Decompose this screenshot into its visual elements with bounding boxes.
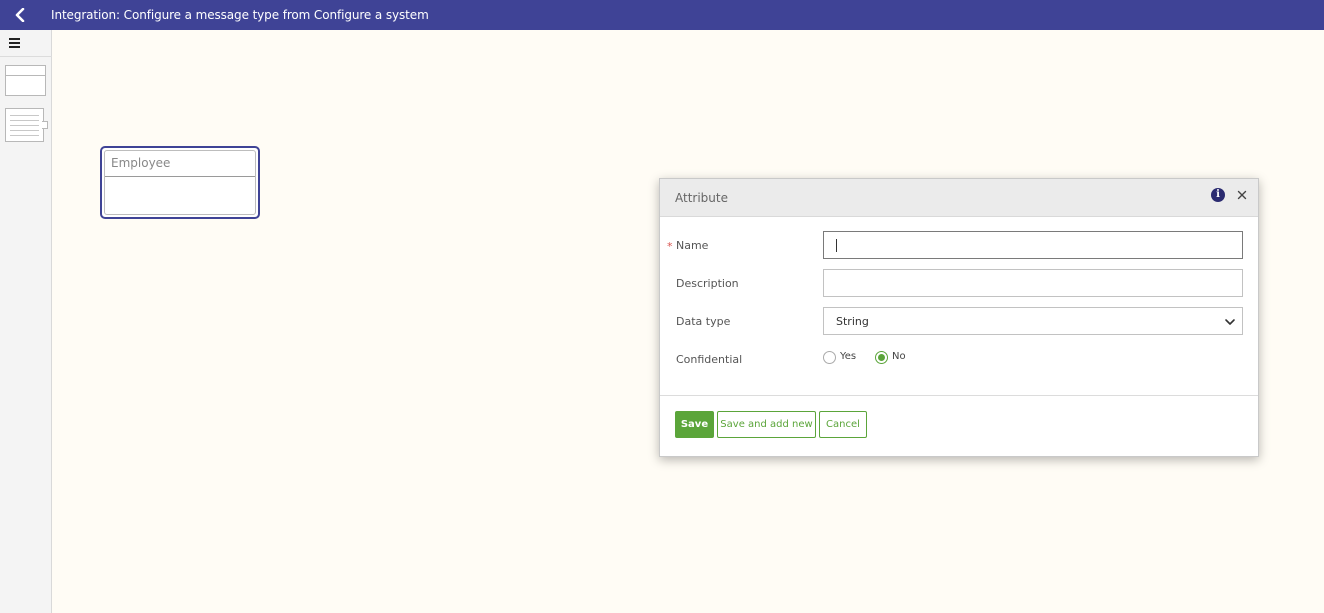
dialog-title: Attribute: [675, 191, 728, 205]
entity-divider: [105, 176, 255, 177]
data-type-label: Data type: [676, 315, 731, 328]
name-input[interactable]: [823, 231, 1243, 259]
text-caret: [836, 239, 837, 252]
info-button[interactable]: i: [1211, 188, 1225, 202]
description-input[interactable]: [823, 269, 1243, 297]
save-and-add-new-button[interactable]: Save and add new: [717, 411, 816, 438]
data-type-select[interactable]: String: [823, 307, 1243, 335]
chevron-down-icon: [1225, 319, 1235, 325]
save-button[interactable]: Save: [675, 411, 714, 438]
data-type-value: String: [836, 315, 869, 328]
close-button[interactable]: [1235, 188, 1249, 202]
confidential-no-radio[interactable]: [875, 351, 888, 364]
confidential-yes-label[interactable]: Yes: [840, 351, 856, 362]
hamburger-menu-icon: [9, 38, 20, 48]
top-bar: Integration: Configure a message type fr…: [0, 0, 1324, 30]
list-shape-thumbnail[interactable]: [5, 108, 48, 142]
menu-button[interactable]: [0, 30, 52, 57]
page-title: Integration: Configure a message type fr…: [51, 8, 429, 22]
close-icon: [1237, 190, 1247, 200]
confidential-label: Confidential: [676, 353, 743, 366]
footer-divider: [660, 395, 1258, 396]
info-icon: i: [1216, 189, 1220, 200]
cancel-button[interactable]: Cancel: [819, 411, 867, 438]
name-label: Name: [676, 239, 709, 252]
chevron-left-icon: [15, 8, 25, 22]
entity-employee[interactable]: Employee: [100, 146, 260, 219]
attribute-dialog: Attribute i * Name Description Data type…: [659, 178, 1259, 457]
entity-shape-thumbnail[interactable]: [5, 65, 46, 96]
entity-name: Employee: [111, 156, 171, 170]
confidential-yes-radio[interactable]: [823, 351, 836, 364]
confidential-no-label[interactable]: No: [892, 351, 906, 362]
description-label: Description: [676, 277, 739, 290]
left-panel: [0, 30, 52, 613]
required-marker: *: [667, 240, 673, 253]
entity-body: Employee: [104, 150, 256, 215]
dialog-header: Attribute i: [660, 179, 1258, 217]
back-button[interactable]: [0, 0, 40, 30]
